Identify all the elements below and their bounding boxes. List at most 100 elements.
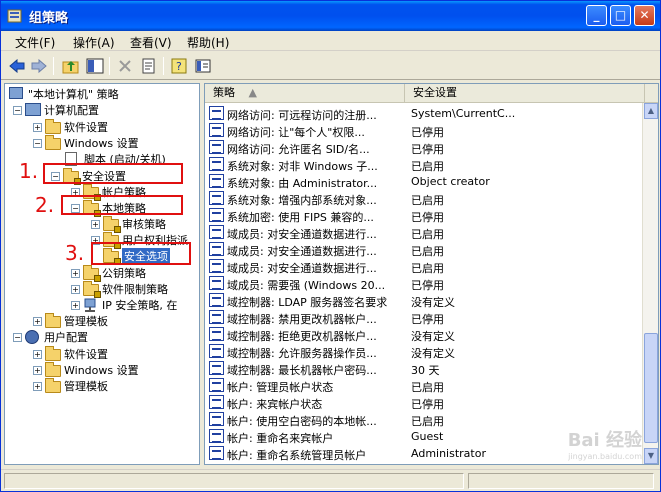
list-item[interactable]: 域控制器: LDAP 服务器签名要求 没有定义 bbox=[205, 292, 645, 309]
policy-icon bbox=[209, 293, 224, 307]
expand-icon[interactable]: + bbox=[33, 122, 42, 132]
list-item[interactable]: 帐户: 来宾帐户状态 已停用 bbox=[205, 394, 645, 411]
minimize-button[interactable]: _ bbox=[586, 5, 607, 26]
tree-pane[interactable]: "本地计算机" 策略 − 计算机配置 + 软件设置 − Windows 设置 脚… bbox=[4, 83, 200, 465]
expand-icon[interactable]: + bbox=[33, 349, 42, 359]
folder-icon bbox=[45, 378, 61, 393]
tree-software-restriction[interactable]: + 软件限制策略 bbox=[71, 281, 168, 298]
expand-icon[interactable]: + bbox=[71, 300, 80, 310]
tree-admin-templates[interactable]: + 管理模板 bbox=[33, 313, 108, 329]
scroll-up-icon[interactable]: ▲ bbox=[644, 103, 658, 119]
tree-user-admin-templates[interactable]: + 管理模板 bbox=[33, 378, 108, 394]
policy-name: 系统对象: 对非 Windows 子... bbox=[227, 160, 378, 173]
folder-icon bbox=[45, 313, 61, 328]
policy-setting: 30 天 bbox=[411, 364, 440, 377]
policy-setting: 已启用 bbox=[411, 194, 444, 207]
policy-setting: 已停用 bbox=[411, 126, 444, 139]
close-button[interactable]: ✕ bbox=[634, 5, 655, 26]
network-icon bbox=[83, 298, 99, 312]
policy-name: 帐户: 管理员帐户状态 bbox=[227, 381, 334, 394]
policy-name: 帐户: 重命名系统管理员帐户 bbox=[227, 449, 367, 462]
menu-action[interactable]: 操作(A) bbox=[73, 34, 115, 51]
delete-icon[interactable] bbox=[115, 56, 135, 76]
list-item[interactable]: 系统对象: 对非 Windows 子... 已启用 bbox=[205, 156, 645, 173]
properties-icon[interactable] bbox=[139, 56, 159, 76]
column-header-setting[interactable]: 安全设置 bbox=[405, 84, 645, 103]
tree-audit-policy[interactable]: + 审核策略 bbox=[91, 216, 166, 233]
expand-icon[interactable]: + bbox=[33, 316, 42, 326]
back-arrow-icon[interactable] bbox=[7, 56, 27, 76]
expand-icon[interactable]: + bbox=[71, 268, 80, 278]
scroll-down-icon[interactable]: ▼ bbox=[644, 448, 658, 464]
menu-view[interactable]: 查看(V) bbox=[130, 34, 172, 51]
tree-label: Windows 设置 bbox=[64, 364, 139, 377]
policy-setting: 已启用 bbox=[411, 160, 444, 173]
tree-user-config[interactable]: − 用户配置 bbox=[13, 329, 88, 345]
tree-windows-settings[interactable]: − Windows 设置 bbox=[33, 135, 139, 151]
policy-name: 域成员: 对安全通道数据进行... bbox=[227, 228, 377, 241]
menu-file[interactable]: 文件(F) bbox=[15, 34, 55, 51]
collapse-icon[interactable]: − bbox=[33, 138, 42, 148]
policy-name: 域控制器: 允许服务器操作员... bbox=[227, 347, 377, 360]
policy-name: 网络访问: 让"每个人"权限... bbox=[227, 126, 365, 139]
expand-icon[interactable]: + bbox=[91, 219, 100, 229]
tree-user-software-settings[interactable]: + 软件设置 bbox=[33, 346, 108, 362]
view-icon[interactable] bbox=[193, 56, 213, 76]
expand-icon[interactable]: + bbox=[33, 381, 42, 391]
list-item[interactable]: 网络访问: 让"每个人"权限... 已停用 bbox=[205, 122, 645, 139]
tree-root[interactable]: "本地计算机" 策略 bbox=[9, 86, 119, 102]
policy-icon bbox=[209, 140, 224, 154]
help-icon[interactable]: ? bbox=[169, 56, 189, 76]
list-item[interactable]: 域成员: 对安全通道数据进行... 已启用 bbox=[205, 241, 645, 258]
policy-computer-icon bbox=[9, 87, 25, 101]
status-pane-main bbox=[4, 473, 464, 489]
list-item[interactable]: 网络访问: 允许匿名 SID/名... 已停用 bbox=[205, 139, 645, 156]
list-item[interactable]: 网络访问: 可远程访问的注册... System\CurrentC... bbox=[205, 105, 645, 122]
vertical-scrollbar[interactable]: ▲ ▼ bbox=[642, 103, 658, 464]
menu-help[interactable]: 帮助(H) bbox=[187, 34, 229, 51]
forward-arrow-icon[interactable] bbox=[29, 56, 49, 76]
tree-label: IP 安全策略, 在 bbox=[102, 299, 178, 312]
list-item[interactable]: 域成员: 对安全通道数据进行... 已启用 bbox=[205, 224, 645, 241]
policy-name: 网络访问: 允许匿名 SID/名... bbox=[227, 143, 370, 156]
scroll-thumb[interactable] bbox=[644, 333, 658, 443]
list-item[interactable]: 域成员: 需要强 (Windows 20... 已停用 bbox=[205, 275, 645, 292]
policy-icon bbox=[209, 276, 224, 290]
list-item[interactable]: 域成员: 对安全通道数据进行... 已启用 bbox=[205, 258, 645, 275]
title-bar[interactable]: 组策略 _ □ ✕ bbox=[1, 1, 660, 31]
list-item[interactable]: 帐户: 管理员帐户状态 已启用 bbox=[205, 377, 645, 394]
expand-icon[interactable]: + bbox=[71, 284, 80, 294]
tree-computer-config[interactable]: − 计算机配置 bbox=[13, 102, 99, 118]
policy-icon bbox=[209, 208, 224, 222]
list-item[interactable]: 域控制器: 允许服务器操作员... 没有定义 bbox=[205, 343, 645, 360]
list-item[interactable]: 系统对象: 由 Administrator... Object creator bbox=[205, 173, 645, 190]
policy-setting: 已停用 bbox=[411, 398, 444, 411]
tree-ip-security[interactable]: + IP 安全策略, 在 bbox=[71, 297, 177, 313]
column-header-policy[interactable]: 策略 ▲ bbox=[205, 84, 405, 103]
collapse-icon[interactable]: − bbox=[13, 332, 22, 342]
list-item[interactable]: 域控制器: 禁用更改机器帐户... 已停用 bbox=[205, 309, 645, 326]
collapse-icon[interactable]: − bbox=[13, 105, 22, 115]
maximize-button[interactable]: □ bbox=[610, 5, 631, 26]
policy-setting: 没有定义 bbox=[411, 347, 455, 360]
baidu-watermark: Bai 经验 jingyan.baidu.com bbox=[568, 426, 642, 461]
lock-folder-icon bbox=[103, 216, 121, 233]
show-hide-tree-icon[interactable] bbox=[85, 56, 105, 76]
up-folder-icon[interactable] bbox=[61, 56, 81, 76]
policy-icon bbox=[209, 106, 224, 120]
list-item[interactable]: 系统加密: 使用 FIPS 兼容的... 已停用 bbox=[205, 207, 645, 224]
policy-icon bbox=[209, 327, 224, 341]
list-item[interactable]: 域控制器: 拒绝更改机器帐户... 没有定义 bbox=[205, 326, 645, 343]
expand-icon[interactable]: + bbox=[33, 365, 42, 375]
folder-icon bbox=[45, 135, 61, 150]
tree-label: "本地计算机" 策略 bbox=[28, 88, 119, 101]
policy-setting: 已启用 bbox=[411, 262, 444, 275]
policy-list-pane[interactable]: 策略 ▲ 安全设置 网络访问: 可远程访问的注册... System\Curren… bbox=[204, 83, 659, 465]
policy-name: 系统对象: 由 Administrator... bbox=[227, 177, 378, 190]
tree-user-windows-settings[interactable]: + Windows 设置 bbox=[33, 362, 139, 378]
list-item[interactable]: 域控制器: 最长机器帐户密码... 30 天 bbox=[205, 360, 645, 377]
list-item[interactable]: 系统对象: 增强内部系统对象... 已启用 bbox=[205, 190, 645, 207]
tree-public-key-policy[interactable]: + 公钥策略 bbox=[71, 265, 146, 282]
tree-software-settings[interactable]: + 软件设置 bbox=[33, 119, 108, 135]
policy-name: 帐户: 使用空白密码的本地帐... bbox=[227, 415, 377, 428]
